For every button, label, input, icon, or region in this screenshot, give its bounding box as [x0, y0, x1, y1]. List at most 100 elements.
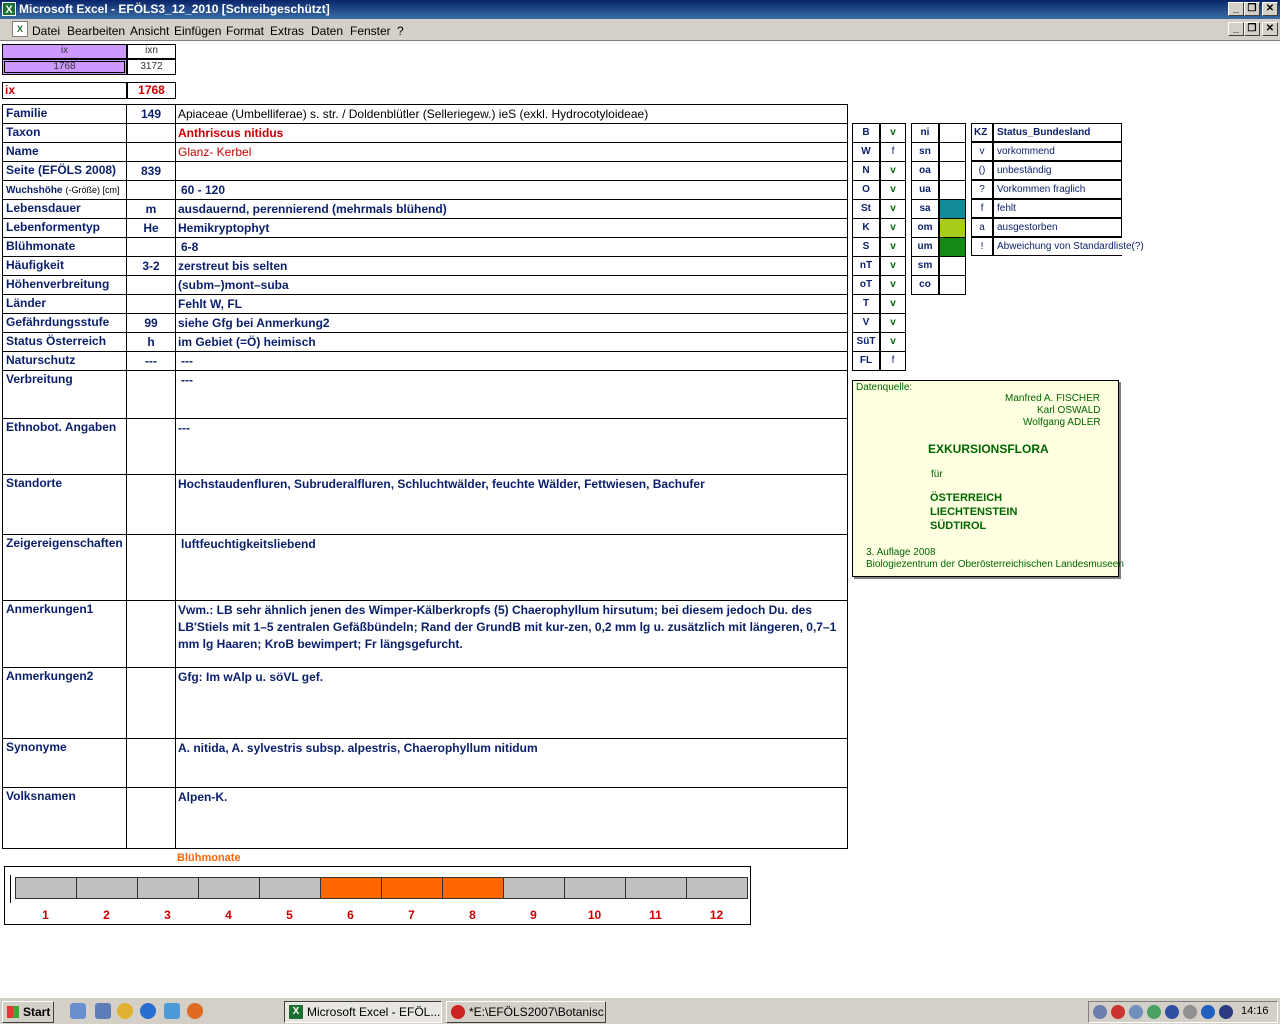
- legend-kz-header[interactable]: KZ: [971, 123, 993, 142]
- legend-text[interactable]: Vorkommen fraglich: [993, 180, 1122, 199]
- ix-value-cell[interactable]: 1768: [2, 59, 127, 75]
- field-value[interactable]: ausdauernd, perennierend (mehrmals blühe…: [175, 199, 848, 219]
- search-tray-icon[interactable]: [1129, 1005, 1143, 1019]
- field-label[interactable]: Anmerkungen2: [2, 667, 127, 739]
- field-code[interactable]: [126, 180, 176, 200]
- field-value[interactable]: Anthriscus nitidus: [175, 123, 848, 143]
- field-code[interactable]: [126, 600, 176, 668]
- restore-button[interactable]: ❐: [1244, 2, 1260, 16]
- legend-status-header[interactable]: Status_Bundesland: [993, 123, 1122, 142]
- state-code[interactable]: W: [852, 142, 880, 162]
- zone-code[interactable]: oa: [911, 161, 939, 181]
- zone-color[interactable]: [939, 275, 966, 295]
- field-label[interactable]: Status Österreich: [2, 332, 127, 352]
- ie-icon[interactable]: [140, 1003, 156, 1019]
- ix-label-cell[interactable]: ix: [2, 82, 127, 99]
- field-code[interactable]: He: [126, 218, 176, 238]
- task-botanisc[interactable]: *E:\EFÖLS2007\Botanisc...: [446, 1001, 606, 1023]
- field-value[interactable]: Alpen-K.: [175, 787, 848, 849]
- ixn-header-cell[interactable]: ixn: [127, 44, 176, 59]
- field-code[interactable]: 99: [126, 313, 176, 333]
- field-label[interactable]: Höhenverbreitung: [2, 275, 127, 295]
- monitor-icon[interactable]: [1219, 1005, 1233, 1019]
- sync-icon[interactable]: [1183, 1005, 1197, 1019]
- field-label[interactable]: Wuchshöhe (-Größe) [cm]: [2, 180, 127, 200]
- field-value[interactable]: Gfg: Im wAlp u. söVL gef.: [175, 667, 848, 739]
- field-code[interactable]: 839: [126, 161, 176, 181]
- state-code[interactable]: T: [852, 294, 880, 314]
- state-code[interactable]: N: [852, 161, 880, 181]
- legend-text[interactable]: vorkommend: [993, 142, 1122, 161]
- field-code[interactable]: [126, 294, 176, 314]
- field-code[interactable]: h: [126, 332, 176, 352]
- menu-ansicht[interactable]: Ansicht: [130, 24, 169, 38]
- legend-text[interactable]: Abweichung von Standardliste(?): [993, 237, 1144, 256]
- field-value[interactable]: siehe Gfg bei Anmerkung2: [175, 313, 848, 333]
- field-value[interactable]: Apiaceae (Umbelliferae) s. str. / Dolden…: [175, 104, 848, 124]
- field-code[interactable]: [126, 418, 176, 475]
- field-label[interactable]: Häufigkeit: [2, 256, 127, 276]
- field-code[interactable]: [126, 474, 176, 535]
- start-button[interactable]: Start: [2, 1001, 54, 1023]
- field-value[interactable]: Fehlt W, FL: [175, 294, 848, 314]
- field-code[interactable]: [126, 738, 176, 788]
- state-status[interactable]: v: [880, 237, 906, 257]
- show-desktop-icon[interactable]: [95, 1003, 111, 1019]
- doc-restore-button[interactable]: ❐: [1244, 22, 1260, 36]
- field-label[interactable]: Lebensdauer: [2, 199, 127, 219]
- zone-code[interactable]: ua: [911, 180, 939, 200]
- field-label[interactable]: Gefährdungsstufe: [2, 313, 127, 333]
- zone-code[interactable]: co: [911, 275, 939, 295]
- legend-kz[interactable]: v: [971, 142, 993, 161]
- field-code[interactable]: [126, 142, 176, 162]
- field-code[interactable]: [126, 237, 176, 257]
- info-icon[interactable]: [1201, 1005, 1215, 1019]
- close-button[interactable]: ✕: [1262, 2, 1278, 16]
- zone-color[interactable]: [939, 218, 966, 238]
- legend-kz[interactable]: ?: [971, 180, 993, 199]
- quicklaunch-icon-1[interactable]: [70, 1003, 86, 1019]
- task-excel[interactable]: X Microsoft Excel - EFÖL...: [284, 1001, 442, 1023]
- zone-color[interactable]: [939, 237, 966, 257]
- state-code[interactable]: V: [852, 313, 880, 333]
- menu-help[interactable]: ?: [397, 24, 404, 38]
- state-status[interactable]: v: [880, 275, 906, 295]
- field-code[interactable]: 3-2: [126, 256, 176, 276]
- network-icon[interactable]: [1093, 1005, 1107, 1019]
- zone-code[interactable]: sm: [911, 256, 939, 276]
- field-value[interactable]: (subm–)mont–suba: [175, 275, 848, 295]
- field-label[interactable]: Synonyme: [2, 738, 127, 788]
- field-code[interactable]: [126, 787, 176, 849]
- field-code[interactable]: [126, 370, 176, 419]
- state-code[interactable]: S: [852, 237, 880, 257]
- zone-code[interactable]: sa: [911, 199, 939, 219]
- legend-kz[interactable]: a: [971, 218, 993, 237]
- field-code[interactable]: [126, 667, 176, 739]
- ixn-value-cell[interactable]: 3172: [127, 59, 176, 75]
- ix-header-cell[interactable]: ix: [2, 44, 127, 59]
- state-code[interactable]: St: [852, 199, 880, 219]
- field-label[interactable]: Zeigereigenschaften: [2, 534, 127, 601]
- state-code[interactable]: B: [852, 123, 880, 143]
- field-label[interactable]: Familie: [2, 104, 127, 124]
- field-value[interactable]: ---: [175, 370, 848, 419]
- field-label[interactable]: Ethnobot. Angaben: [2, 418, 127, 475]
- field-label[interactable]: Naturschutz: [2, 351, 127, 371]
- volume-muted-icon[interactable]: [1111, 1005, 1125, 1019]
- field-value[interactable]: zerstreut bis selten: [175, 256, 848, 276]
- field-value[interactable]: 60 - 120: [175, 180, 848, 200]
- state-code[interactable]: oT: [852, 275, 880, 295]
- field-code[interactable]: [126, 123, 176, 143]
- menu-bearbeiten[interactable]: Bearbeiten: [67, 24, 125, 38]
- legend-text[interactable]: ausgestorben: [993, 218, 1122, 237]
- menu-datei[interactable]: Datei: [32, 24, 60, 38]
- doc-minimize-button[interactable]: _: [1228, 22, 1244, 36]
- state-status[interactable]: v: [880, 218, 906, 238]
- zone-code[interactable]: sn: [911, 142, 939, 162]
- field-label[interactable]: Volksnamen: [2, 787, 127, 849]
- field-label[interactable]: Seite (EFÖLS 2008): [2, 161, 127, 181]
- security-icon[interactable]: [1165, 1005, 1179, 1019]
- field-value[interactable]: Hochstaudenfluren, Subruderalfluren, Sch…: [175, 474, 848, 535]
- field-value[interactable]: Vwm.: LB sehr ähnlich jenen des Wimper-K…: [175, 600, 848, 668]
- state-status[interactable]: f: [880, 142, 906, 162]
